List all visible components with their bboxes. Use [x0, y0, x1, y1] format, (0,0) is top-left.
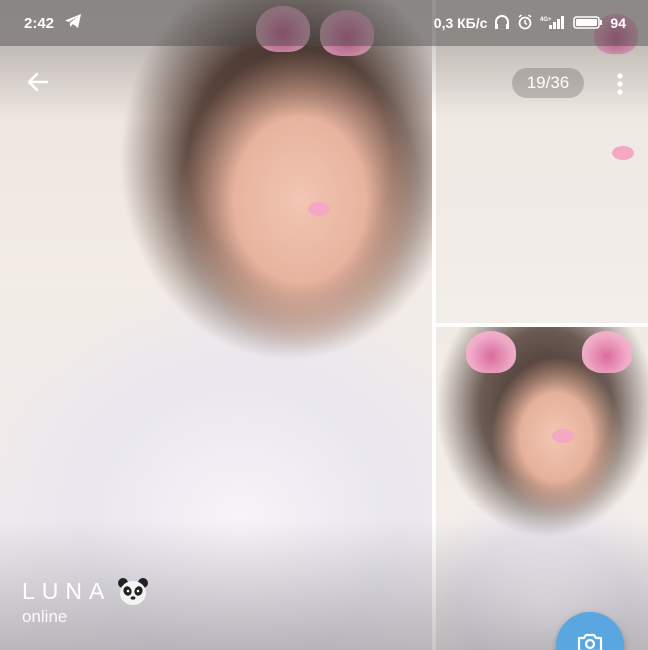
viewer-toolbar: 19/36 [0, 46, 648, 118]
status-right: 0,3 КБ/с 4G+ 94 [433, 13, 626, 33]
more-options-button[interactable] [604, 66, 636, 102]
status-left: 2:42 [24, 13, 82, 33]
alarm-icon [517, 13, 533, 33]
more-vertical-icon [617, 73, 623, 95]
profile-name-row: LUNA [22, 576, 149, 606]
status-time: 2:42 [24, 14, 55, 32]
headphones-icon [494, 14, 510, 33]
cat-ear-sticker [466, 331, 516, 373]
battery-percent: 94 [610, 15, 626, 31]
cat-nose-sticker [552, 429, 574, 443]
signal-icon: 4G+ [540, 14, 566, 33]
back-arrow-icon [27, 72, 49, 92]
cat-nose-sticker [308, 202, 330, 216]
photo-counter: 19/36 [512, 68, 584, 98]
profile-status: online [22, 607, 68, 626]
collage-divider [436, 323, 648, 327]
status-bar: 2:42 0,3 КБ/с 4G+ 94 [0, 0, 648, 46]
network-type: 4G+ [540, 17, 552, 23]
profile-photo-viewer: 2:42 0,3 КБ/с 4G+ 94 19/36 LUNA online [0, 0, 648, 650]
battery-icon [573, 14, 603, 33]
cat-nose-sticker [612, 146, 634, 160]
camera-icon [577, 633, 603, 650]
back-button[interactable] [18, 62, 58, 102]
profile-name: LUNA [22, 577, 112, 604]
network-speed: 0,3 КБ/с [433, 15, 488, 31]
panda-icon [117, 576, 149, 606]
cat-ear-sticker [582, 331, 632, 373]
telegram-icon [64, 13, 82, 33]
